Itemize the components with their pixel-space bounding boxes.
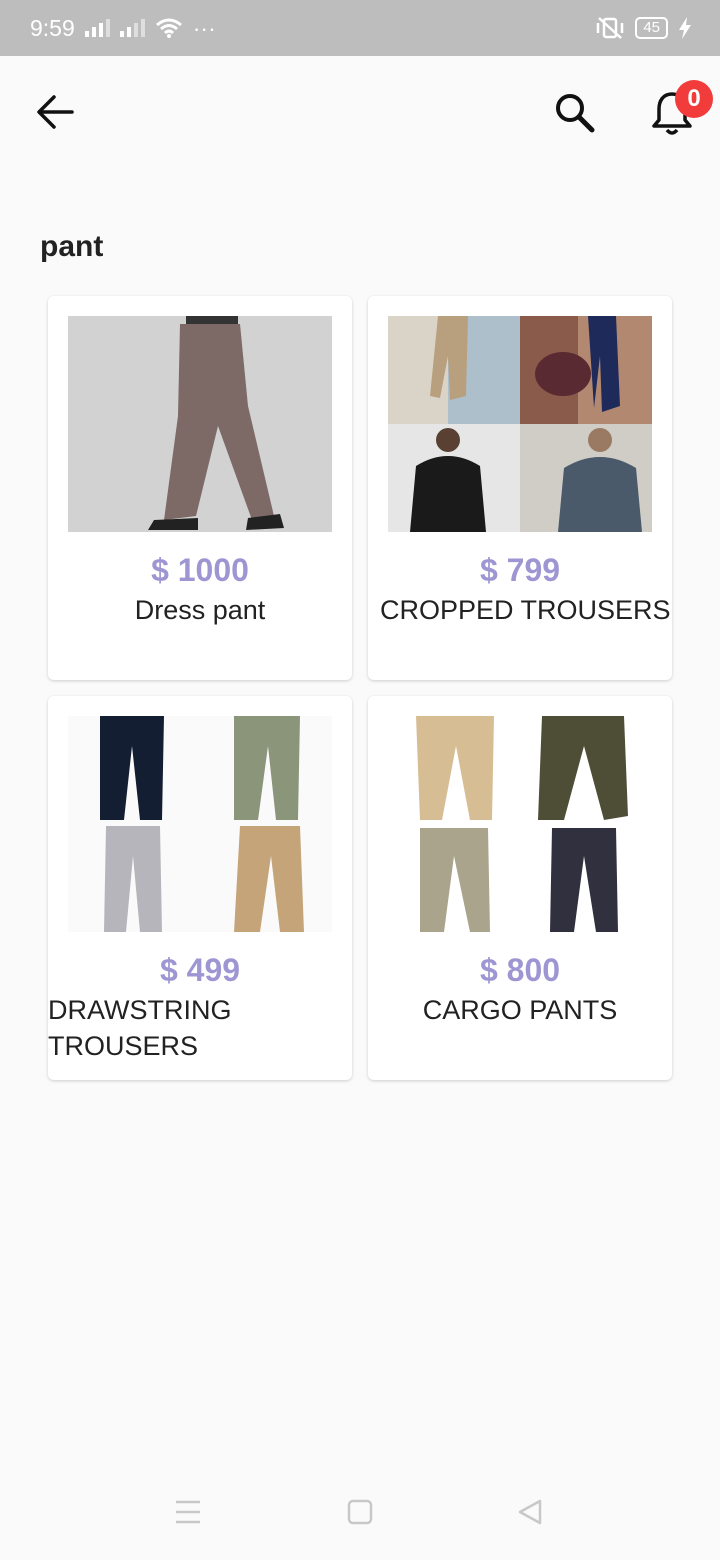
product-price: $ 1000: [151, 552, 249, 588]
status-bar: 9:59 ··· 45: [0, 0, 720, 56]
product-price: $ 800: [479, 952, 561, 988]
home-square-icon[interactable]: [346, 1498, 374, 1526]
signal-icon: [119, 19, 145, 37]
product-card[interactable]: $ 499 DRAWSTRING TROUSERS: [48, 696, 352, 1080]
product-name: CROPPED TROUSERS: [380, 595, 671, 625]
status-time: 9:59: [30, 14, 75, 41]
product-image: [68, 316, 332, 532]
product-image: [388, 316, 652, 532]
status-more: ···: [192, 14, 216, 41]
product-price: $ 799: [479, 552, 561, 588]
signal-icon: [84, 19, 110, 37]
product-image: [388, 716, 652, 932]
product-name: Dress pant: [134, 595, 266, 625]
vibrate-off-icon: [597, 17, 624, 39]
battery-icon: 45: [635, 17, 668, 39]
product-card[interactable]: $ 800 CARGO PANTS: [368, 696, 672, 1080]
charging-icon: [679, 17, 691, 39]
product-card[interactable]: $ 1000 Dress pant: [48, 296, 352, 680]
menu-icon[interactable]: [174, 1498, 202, 1526]
app-bar: [0, 56, 720, 168]
search-icon: [556, 94, 595, 133]
status-left: 9:59 ···: [30, 15, 216, 42]
arrow-left-icon: [37, 95, 74, 129]
wifi-icon: [155, 18, 182, 38]
search-button[interactable]: [552, 90, 598, 136]
system-nav-bar: [0, 1468, 720, 1560]
back-triangle-icon[interactable]: [516, 1498, 544, 1526]
product-name: DRAWSTRING TROUSERS: [48, 995, 232, 1061]
product-price: $ 499: [159, 952, 241, 988]
product-card[interactable]: $ 799 CROPPED TROUSERS: [368, 296, 672, 680]
product-image: [68, 716, 332, 932]
status-right: 45: [595, 17, 692, 39]
product-name: CARGO PANTS: [422, 995, 618, 1025]
notification-badge: 0: [675, 80, 713, 118]
back-button[interactable]: [32, 92, 80, 132]
category-title: pant: [40, 230, 104, 263]
